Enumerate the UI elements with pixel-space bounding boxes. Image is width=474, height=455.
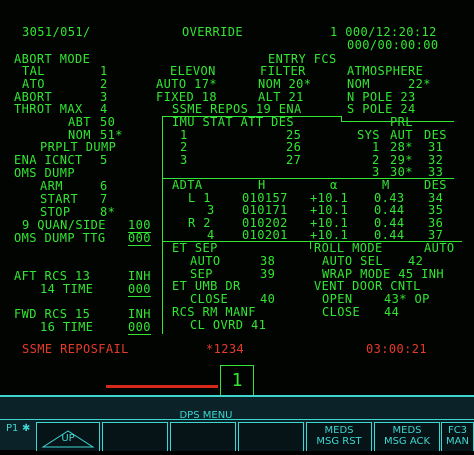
- page-indicator: 1: [220, 365, 254, 397]
- bezel-top-rule: [0, 395, 474, 397]
- fault-code: *1234: [206, 342, 245, 356]
- override-label: OVERRIDE: [182, 25, 243, 39]
- menu-key-blank-1[interactable]: [102, 422, 168, 451]
- prl-3-sys: 3: [372, 165, 380, 179]
- adta-h: 010201: [242, 228, 288, 242]
- imu-header: IMU STAT ATT DES: [172, 115, 294, 129]
- fwd-time-label: 16 TIME: [40, 320, 94, 334]
- aft-time-label: 14 TIME: [40, 282, 94, 296]
- et-sep-sep-item[interactable]: 39: [260, 268, 275, 281]
- fc3-man-key[interactable]: FC3 MAN: [441, 422, 474, 451]
- bezel-rule: [0, 419, 474, 420]
- vent-close-item[interactable]: 44: [384, 306, 399, 319]
- fwd-time-field[interactable]: 000: [128, 321, 151, 335]
- imu-3-label: 3: [180, 153, 188, 167]
- menu-key-blank-2[interactable]: [170, 422, 236, 451]
- meds-msg-ack-key[interactable]: MEDS MSG ACK: [374, 422, 440, 451]
- p1-label: P1: [6, 423, 19, 434]
- menu-key-blank-3[interactable]: [238, 422, 304, 451]
- roll-mode-value: AUTO: [424, 241, 455, 255]
- up-key-label: UP: [61, 433, 75, 444]
- meds-msg-ack-label: MEDS MSG ACK: [383, 425, 431, 447]
- asterisk-icon: ✱: [22, 423, 31, 434]
- meds-msg-rst-label: MEDS MSG RST: [316, 425, 362, 447]
- vent-close-label: CLOSE: [322, 305, 361, 319]
- ena-icnct-item[interactable]: 5: [100, 154, 108, 167]
- aft-time-field[interactable]: 000: [128, 283, 151, 297]
- meds-msg-rst-key[interactable]: MEDS MSG RST: [306, 422, 372, 451]
- fault-time: 03:00:21: [366, 342, 427, 356]
- up-key[interactable]: UP: [36, 422, 100, 451]
- oms-ttg-label: OMS DUMP TTG: [14, 231, 106, 245]
- fc3-man-label: FC3 MAN: [446, 425, 469, 447]
- fault-message: SSME REPOSFAIL: [22, 342, 129, 356]
- display-screen: 3051/051/ OVERRIDE 1 000/12:20:12 000/00…: [0, 0, 474, 397]
- ops-code: 3051/051/: [22, 25, 91, 39]
- oms-ttg-field: 000: [128, 231, 151, 246]
- vertical-divider: [162, 116, 163, 334]
- imu-3-des[interactable]: 27: [286, 154, 301, 167]
- cl-ovrd-item[interactable]: CL OVRD 41: [190, 319, 266, 332]
- et-umb-close-item[interactable]: 40: [260, 293, 275, 306]
- red-indicator-bar: [106, 385, 218, 388]
- roll-connector: [310, 241, 311, 249]
- prl-3-aut[interactable]: 30*: [390, 166, 413, 179]
- event-time: 000/00:00:00: [347, 38, 439, 52]
